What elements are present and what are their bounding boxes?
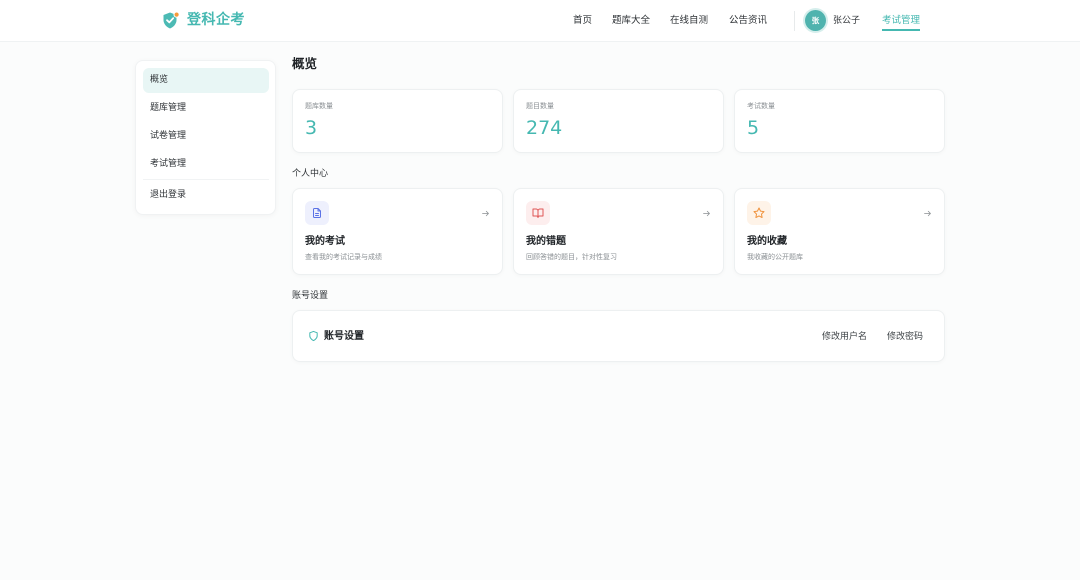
nav-exam-management[interactable]: 考试管理 xyxy=(882,14,921,31)
card-description: 我收藏的公开题库 xyxy=(747,253,803,261)
sidebar-item-paper-management[interactable]: 试卷管理 xyxy=(143,124,269,149)
stat-card-questions: 题目数量 274 xyxy=(513,89,724,153)
avatar[interactable]: 张 xyxy=(805,10,826,31)
sidebar-divider xyxy=(143,179,269,180)
card-title: 我的收藏 xyxy=(747,236,787,247)
shield-check-icon[interactable] xyxy=(162,11,180,30)
feature-icon-box xyxy=(305,201,329,225)
nav-divider xyxy=(794,11,795,31)
stat-value: 274 xyxy=(526,117,563,139)
sidebar-item-overview[interactable]: 概览 xyxy=(143,68,269,93)
sidebar: 概览 题库管理 试卷管理 考试管理 退出登录 xyxy=(135,60,276,215)
stat-label: 题目数量 xyxy=(526,102,554,110)
stat-label: 考试数量 xyxy=(747,102,775,110)
stat-value: 5 xyxy=(747,117,760,139)
page-title: 概览 xyxy=(292,56,318,71)
arrow-right-icon xyxy=(482,210,489,217)
section-heading-personal: 个人中心 xyxy=(292,169,329,179)
nav-announcements[interactable]: 公告资讯 xyxy=(729,14,767,28)
card-my-favorites[interactable]: 我的收藏 我收藏的公开题库 xyxy=(734,188,945,275)
stat-label: 题库数量 xyxy=(305,102,333,110)
sidebar-item-exam-management[interactable]: 考试管理 xyxy=(143,152,269,177)
feature-icon-box xyxy=(526,201,550,225)
nav-question-banks[interactable]: 题库大全 xyxy=(612,14,650,28)
book-open-icon xyxy=(532,208,544,218)
arrow-right-icon xyxy=(924,210,931,217)
account-settings-title: 账号设置 xyxy=(324,331,364,342)
change-password-button[interactable]: 修改密码 xyxy=(887,331,923,343)
card-description: 查看我的考试记录与成绩 xyxy=(305,253,382,261)
stat-card-exams: 考试数量 5 xyxy=(734,89,945,153)
card-my-exams[interactable]: 我的考试 查看我的考试记录与成绩 xyxy=(292,188,503,275)
nav-self-test[interactable]: 在线自测 xyxy=(670,14,708,28)
document-icon xyxy=(313,208,321,218)
top-header: 登科企考 首页 题库大全 在线自测 公告资讯 张 张公子 考试管理 xyxy=(0,0,1080,42)
star-icon xyxy=(753,207,765,219)
nav-home[interactable]: 首页 xyxy=(573,14,592,28)
user-name[interactable]: 张公子 xyxy=(833,14,860,28)
card-title: 我的考试 xyxy=(305,236,345,247)
card-my-mistakes[interactable]: 我的错题 回顾答错的题目，针对性复习 xyxy=(513,188,724,275)
stat-card-banks: 题库数量 3 xyxy=(292,89,503,153)
brand-name[interactable]: 登科企考 xyxy=(187,11,245,29)
shield-icon xyxy=(309,330,318,342)
feature-icon-box xyxy=(747,201,771,225)
change-username-button[interactable]: 修改用户名 xyxy=(822,331,867,343)
card-title: 我的错题 xyxy=(526,236,566,247)
sidebar-item-bank-management[interactable]: 题库管理 xyxy=(143,96,269,121)
sidebar-item-logout[interactable]: 退出登录 xyxy=(143,183,269,208)
account-settings-card: 账号设置 修改用户名 修改密码 xyxy=(292,310,945,362)
section-heading-account: 账号设置 xyxy=(292,291,329,301)
card-description: 回顾答错的题目，针对性复习 xyxy=(526,253,617,261)
arrow-right-icon xyxy=(703,210,710,217)
stat-value: 3 xyxy=(305,117,318,139)
